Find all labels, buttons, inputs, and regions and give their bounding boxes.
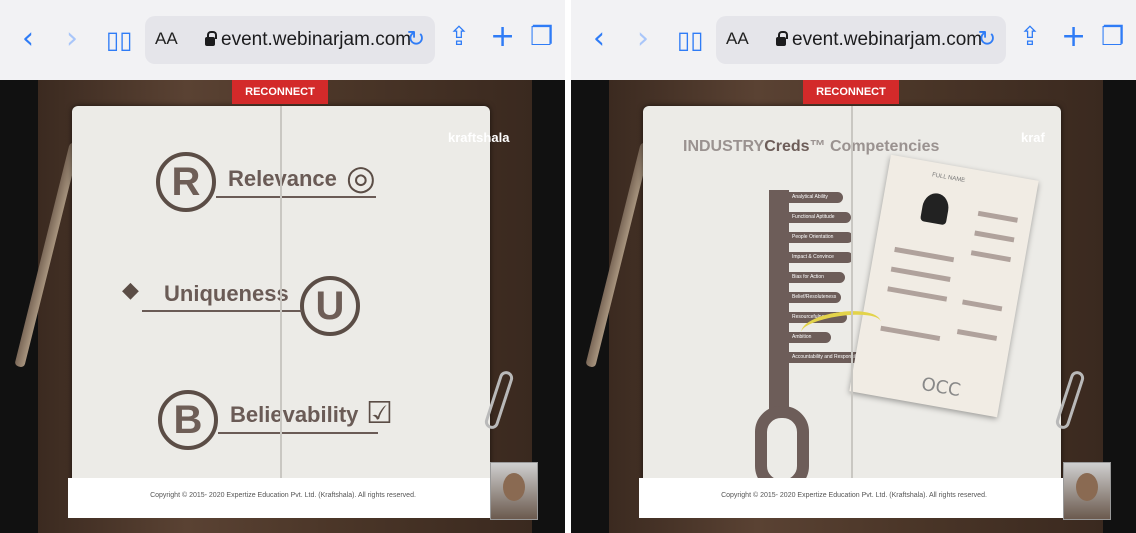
resume-illustration: FULL NAME OCC [849, 154, 1039, 418]
competency-item: Functional Aptitude [789, 212, 851, 223]
reconnect-button[interactable]: RECONNECT [232, 80, 328, 104]
resume-line [956, 329, 998, 341]
chevron-right-icon[interactable]: › [637, 24, 649, 54]
brand-logo: kraf [1021, 130, 1045, 145]
competency-item: Analytical Ability [789, 192, 843, 203]
reload-icon[interactable]: ↻ [407, 27, 425, 52]
chevron-right-icon[interactable]: › [66, 24, 78, 54]
plus-icon[interactable]: + [1061, 22, 1086, 52]
brand-logo: kraftshala [448, 130, 510, 145]
browser-toolbar: ‹ › ▯▯ AA event.webinarjam.com ↻ ⇪ + ❐ [0, 0, 565, 80]
presenter-webcam [490, 462, 538, 520]
resume-line [970, 250, 1012, 263]
title-suffix: ™ Competencies [809, 138, 940, 155]
book-icon[interactable]: ▯▯ [106, 25, 132, 55]
resume-heading: FULL NAME [931, 172, 966, 185]
letter-badge: B [158, 390, 218, 450]
diamond-icon: ◆ [122, 278, 139, 303]
slide-word: Uniqueness [164, 281, 289, 306]
address-bar[interactable]: AA event.webinarjam.com ↻ [716, 16, 1006, 64]
webinar-video[interactable]: R Relevance ◎ U Uniqueness ◆ B Believabi… [0, 80, 565, 533]
resume-line [962, 299, 1003, 312]
reconnect-button[interactable]: RECONNECT [803, 80, 899, 104]
share-icon[interactable]: ⇪ [448, 22, 470, 52]
share-icon[interactable]: ⇪ [1019, 22, 1041, 52]
person-icon [919, 191, 951, 226]
title-prefix: INDUSTRY [683, 138, 765, 155]
slide-title: INDUSTRYCreds™ Competencies [683, 138, 939, 156]
url-label: event.webinarjam.com [221, 29, 412, 50]
tabs-icon[interactable]: ❐ [530, 22, 553, 52]
copyright-text: Copyright © 2015- 2020 Expertize Educati… [150, 492, 416, 499]
checkmark-icon: ☑ [366, 396, 393, 431]
text-size-button[interactable]: AA [155, 29, 178, 49]
url-text[interactable]: event.webinarjam.com [205, 29, 411, 51]
webinar-video[interactable]: INDUSTRYCreds™ Competencies Analytical A… [571, 80, 1136, 533]
slide-book: R Relevance ◎ U Uniqueness ◆ B Believabi… [72, 106, 490, 486]
letter-badge: R [156, 152, 216, 212]
resume-line [887, 286, 948, 302]
competency-item: People Orientation [789, 232, 853, 243]
plus-icon[interactable]: + [490, 22, 515, 52]
slide-footer: Copyright © 2015- 2020 Expertize Educati… [639, 478, 1069, 518]
resume-line [977, 210, 1018, 223]
tabs-icon[interactable]: ❐ [1101, 22, 1124, 52]
resume-line [974, 230, 1015, 243]
title-bold: Creds [764, 138, 810, 155]
browser-pane-left: ‹ › ▯▯ AA event.webinarjam.com ↻ ⇪ + ❐ R… [0, 0, 565, 533]
lock-icon [205, 31, 217, 46]
split-screen: ‹ › ▯▯ AA event.webinarjam.com ↻ ⇪ + ❐ R… [0, 0, 1136, 533]
competency-item: Bias for Action [789, 272, 845, 283]
copyright-text: Copyright © 2015- 2020 Expertize Educati… [721, 492, 987, 499]
slide-word: Believability [230, 402, 359, 427]
resume-footer-mark: OCC [919, 373, 963, 402]
book-icon[interactable]: ▯▯ [677, 25, 703, 55]
chevron-left-icon[interactable]: ‹ [593, 24, 605, 54]
chevron-left-icon[interactable]: ‹ [22, 24, 34, 54]
presenter-webcam [1063, 462, 1111, 520]
url-label: event.webinarjam.com [792, 29, 983, 50]
address-bar[interactable]: AA event.webinarjam.com ↻ [145, 16, 435, 64]
lock-icon [776, 31, 788, 46]
resume-line [890, 266, 951, 282]
competency-item: Belief/Resoluteness [789, 292, 841, 303]
letter-badge: U [300, 276, 360, 336]
key-shaft [769, 190, 789, 410]
competency-item: Impact & Convince [789, 252, 853, 263]
slide-word: Relevance [228, 166, 337, 191]
divider [218, 432, 378, 434]
url-text[interactable]: event.webinarjam.com [776, 29, 982, 51]
reload-icon[interactable]: ↻ [978, 27, 996, 52]
text-size-button[interactable]: AA [726, 29, 749, 49]
divider [142, 310, 302, 312]
resume-line [894, 246, 955, 263]
slide-footer: Copyright © 2015- 2020 Expertize Educati… [68, 478, 498, 518]
browser-toolbar: ‹ › ▯▯ AA event.webinarjam.com ↻ ⇪ + ❐ [571, 0, 1136, 80]
browser-pane-right: ‹ › ▯▯ AA event.webinarjam.com ↻ ⇪ + ❐ I… [571, 0, 1136, 533]
slide-book: INDUSTRYCreds™ Competencies Analytical A… [643, 106, 1061, 492]
target-icon: ◎ [346, 158, 376, 198]
resume-line [880, 325, 941, 342]
